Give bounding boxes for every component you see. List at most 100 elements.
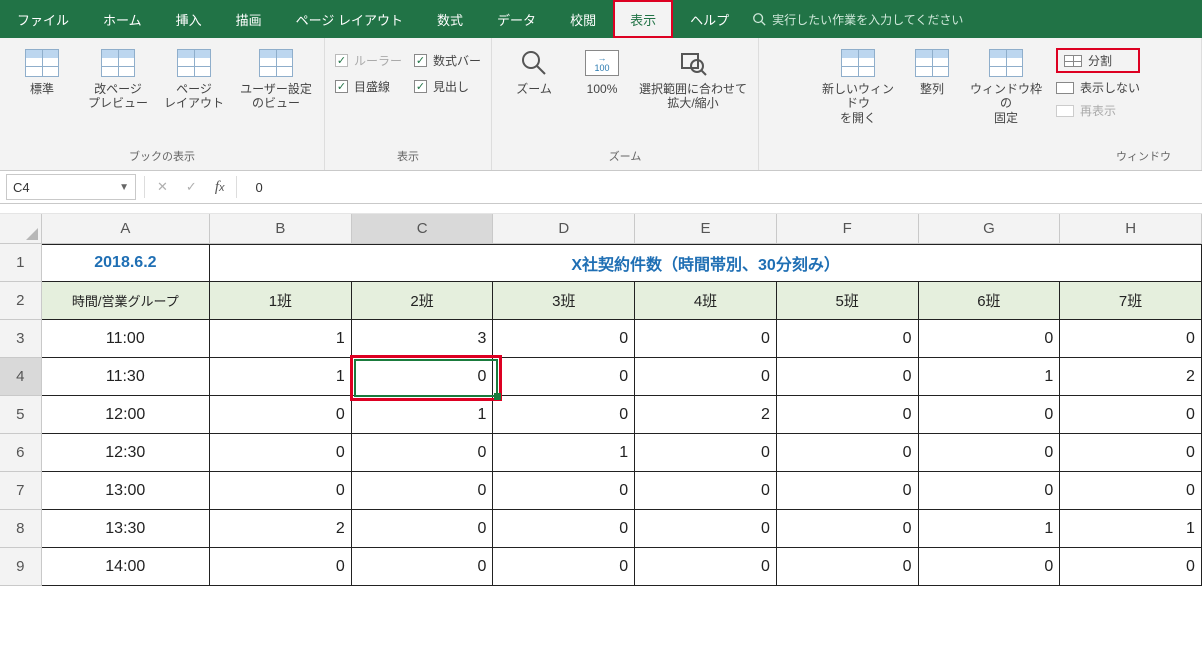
col-header-F[interactable]: F: [777, 214, 919, 244]
tab-view[interactable]: 表示: [613, 0, 673, 38]
chk-gridlines[interactable]: ✓目盛線: [335, 78, 402, 95]
tab-formula[interactable]: 数式: [420, 0, 480, 38]
cell-value[interactable]: 0: [919, 396, 1061, 434]
row-header-4[interactable]: 4: [0, 358, 42, 396]
cell-value[interactable]: 3: [352, 320, 494, 358]
col-header-H[interactable]: H: [1060, 214, 1202, 244]
col-header-B[interactable]: B: [210, 214, 352, 244]
cell-value[interactable]: 1: [493, 434, 635, 472]
row-header-9[interactable]: 9: [0, 548, 42, 586]
cell-time[interactable]: 11:00: [42, 320, 210, 358]
col-header-C[interactable]: C: [352, 214, 494, 244]
fx-icon[interactable]: fx: [215, 179, 225, 196]
cell-value[interactable]: 0: [635, 320, 777, 358]
cell-value[interactable]: 0: [352, 472, 494, 510]
tab-home[interactable]: ホーム: [86, 0, 159, 38]
cell-value[interactable]: 1: [210, 320, 352, 358]
col-header-G[interactable]: G: [919, 214, 1061, 244]
view-normal-button[interactable]: 標準: [10, 42, 74, 96]
name-box-dropdown-icon[interactable]: ▼: [119, 182, 129, 193]
cell-value[interactable]: 0: [635, 434, 777, 472]
view-custom-button[interactable]: ユーザー設定 のビュー: [238, 42, 314, 111]
cell-value[interactable]: 0: [777, 510, 919, 548]
cell-value[interactable]: 1: [352, 396, 494, 434]
tab-help[interactable]: ヘルプ: [673, 0, 746, 38]
cell-value[interactable]: 1: [919, 358, 1061, 396]
row-header-8[interactable]: 8: [0, 510, 42, 548]
cell-value[interactable]: 0: [635, 510, 777, 548]
cell-header[interactable]: 1班: [210, 282, 352, 320]
cell-value[interactable]: 0: [493, 548, 635, 586]
cell-value[interactable]: 0: [352, 548, 494, 586]
cell-value[interactable]: 0: [1060, 320, 1202, 358]
cell-time[interactable]: 13:30: [42, 510, 210, 548]
select-all-corner[interactable]: [0, 214, 42, 244]
cell-value[interactable]: 0: [777, 472, 919, 510]
cell-value[interactable]: 0: [777, 434, 919, 472]
cell-value[interactable]: 0: [777, 358, 919, 396]
row-header-1[interactable]: 1: [0, 244, 42, 282]
chk-formula-bar[interactable]: ✓数式バー: [414, 52, 481, 69]
cell-time[interactable]: 13:00: [42, 472, 210, 510]
cell-value[interactable]: 1: [1060, 510, 1202, 548]
cell-time[interactable]: 11:30: [42, 358, 210, 396]
split-button[interactable]: 分割: [1056, 48, 1140, 73]
zoom-100-button[interactable]: →100100%: [578, 42, 626, 96]
cell-value[interactable]: 0: [919, 472, 1061, 510]
enter-icon[interactable]: ✓: [186, 179, 197, 195]
cell-value[interactable]: 0: [777, 320, 919, 358]
cell-date[interactable]: 2018.6.2: [42, 244, 211, 282]
cell-value[interactable]: 0: [352, 510, 494, 548]
view-pagelayout-button[interactable]: ページ レイアウト: [162, 42, 226, 111]
cell-value[interactable]: 0: [210, 434, 352, 472]
row-header-6[interactable]: 6: [0, 434, 42, 472]
arrange-button[interactable]: 整列: [908, 42, 956, 96]
cell-value[interactable]: 0: [210, 396, 352, 434]
cell-value[interactable]: 0: [919, 320, 1061, 358]
cell-header-groups[interactable]: 時間/営業グループ: [42, 282, 210, 320]
cell-value[interactable]: 1: [210, 358, 352, 396]
row-header-7[interactable]: 7: [0, 472, 42, 510]
hide-button[interactable]: 表示しない: [1056, 79, 1140, 96]
tell-me-search[interactable]: 実行したい作業を入力してください: [752, 11, 963, 28]
cell-value[interactable]: 0: [493, 396, 635, 434]
cell-value[interactable]: 0: [919, 434, 1061, 472]
cell-header[interactable]: 5班: [777, 282, 919, 320]
spreadsheet[interactable]: A B C D E F G H 1 2018.6.2 X社契約件数（時間帯別、3…: [0, 214, 1202, 586]
name-box[interactable]: C4 ▼: [6, 174, 136, 200]
view-pagebreak-button[interactable]: 改ページ プレビュー: [86, 42, 150, 111]
cell-header[interactable]: 7班: [1060, 282, 1202, 320]
cell-header[interactable]: 6班: [919, 282, 1061, 320]
tab-draw[interactable]: 描画: [219, 0, 279, 38]
col-header-E[interactable]: E: [635, 214, 777, 244]
tab-review[interactable]: 校閲: [553, 0, 613, 38]
cell-value[interactable]: 0: [919, 548, 1061, 586]
tab-file[interactable]: ファイル: [0, 0, 86, 38]
row-header-2[interactable]: 2: [0, 282, 42, 320]
cell-value[interactable]: 2: [635, 396, 777, 434]
cell-value[interactable]: 2: [210, 510, 352, 548]
freeze-panes-button[interactable]: ウィンドウ枠の 固定: [968, 42, 1044, 125]
cell-header[interactable]: 4班: [635, 282, 777, 320]
cell-value[interactable]: 0: [493, 358, 635, 396]
cell-value[interactable]: 0: [352, 358, 494, 396]
cell-value[interactable]: 1: [919, 510, 1061, 548]
tab-data[interactable]: データ: [480, 0, 553, 38]
cell-value[interactable]: 0: [635, 472, 777, 510]
cell-value[interactable]: 0: [493, 510, 635, 548]
cell-value[interactable]: 0: [635, 548, 777, 586]
zoom-button[interactable]: ズーム: [502, 42, 566, 96]
cell-value[interactable]: 0: [210, 548, 352, 586]
cell-time[interactable]: 12:30: [42, 434, 210, 472]
formula-input[interactable]: 0: [237, 180, 262, 195]
cell-time[interactable]: 14:00: [42, 548, 210, 586]
cell-value[interactable]: 0: [352, 434, 494, 472]
cell-header[interactable]: 3班: [493, 282, 635, 320]
cell-value[interactable]: 0: [777, 548, 919, 586]
cell-value[interactable]: 2: [1060, 358, 1202, 396]
col-header-D[interactable]: D: [493, 214, 635, 244]
tab-insert[interactable]: 挿入: [159, 0, 219, 38]
cell-value[interactable]: 0: [493, 320, 635, 358]
cell-time[interactable]: 12:00: [42, 396, 210, 434]
new-window-button[interactable]: 新しいウィンドウ を開く: [820, 42, 896, 125]
